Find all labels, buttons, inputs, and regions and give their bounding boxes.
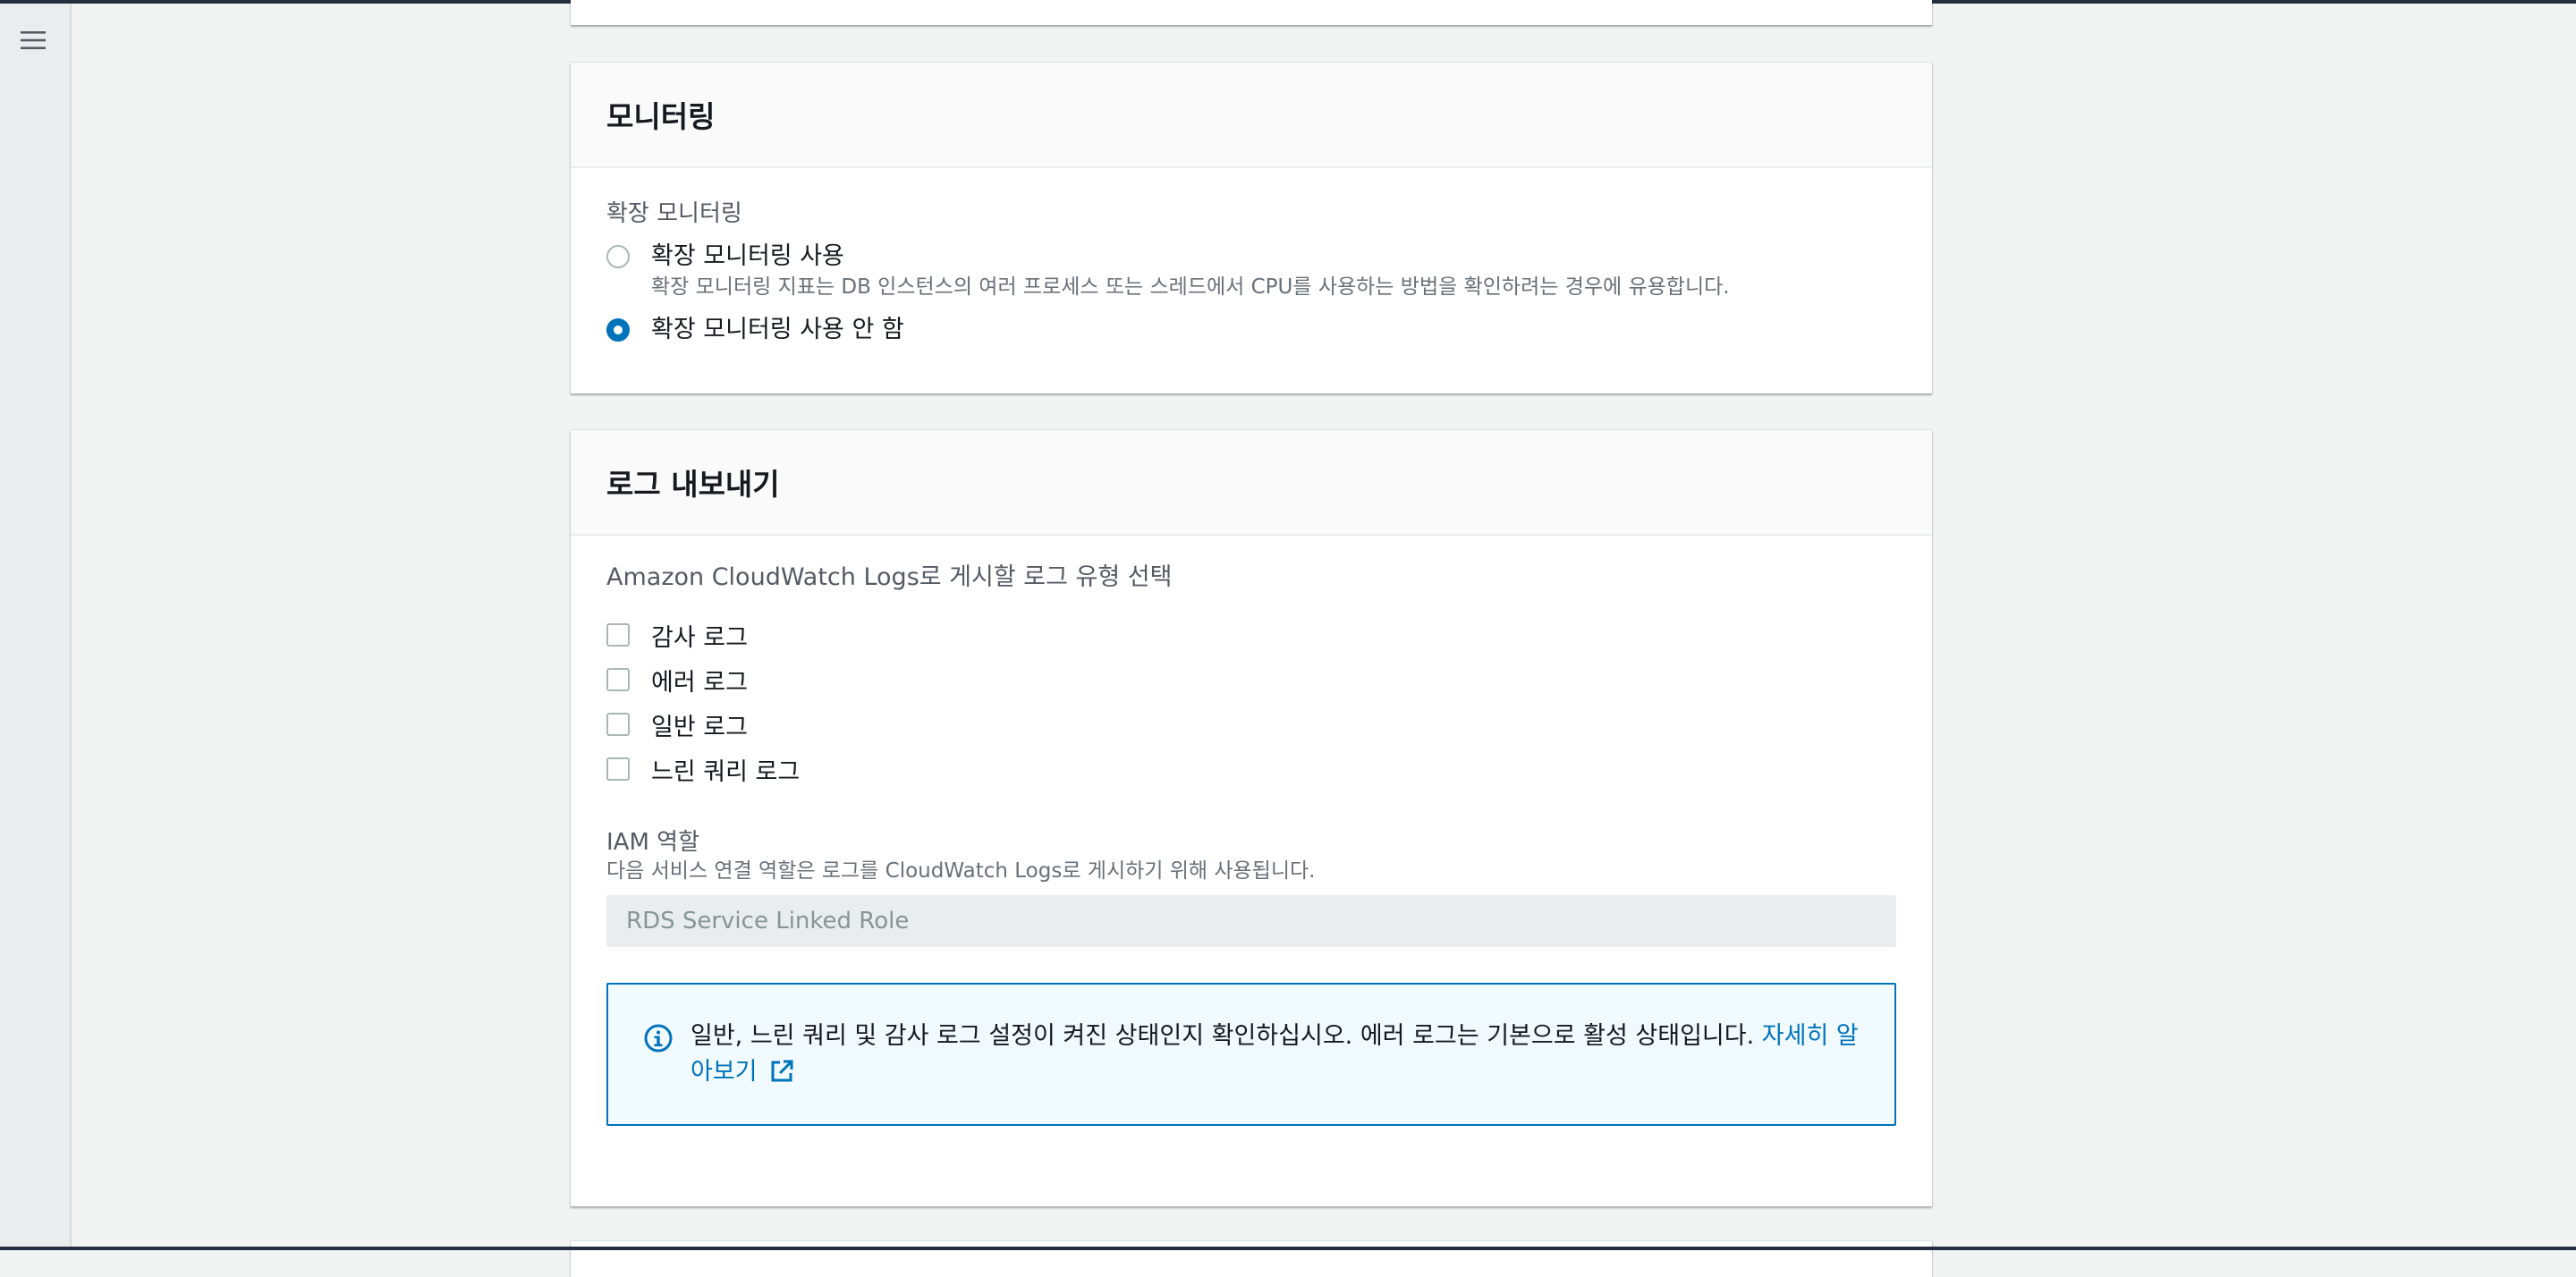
previous-section-container	[571, 0, 1932, 25]
checkbox-audit-log-label: 감사 로그	[651, 623, 748, 652]
log-type-error[interactable]: 에러 로그	[606, 657, 1896, 702]
checkbox-slow-query-log[interactable]	[606, 757, 630, 781]
external-link-icon	[771, 1060, 793, 1082]
iam-role-field: RDS Service Linked Role	[606, 895, 1896, 947]
checkbox-general-log[interactable]	[606, 713, 630, 736]
bottom-border	[0, 1247, 2576, 1250]
checkbox-error-log-label: 에러 로그	[651, 668, 748, 697]
info-alert: 일반, 느린 쿼리 및 감사 로그 설정이 켜진 상태인지 확인하십시오. 에러…	[606, 983, 1896, 1126]
log-export-title: 로그 내보내기	[606, 467, 780, 502]
info-alert-message: 일반, 느린 쿼리 및 감사 로그 설정이 켜진 상태인지 확인하십시오. 에러…	[691, 1022, 1762, 1050]
log-types-label: Amazon CloudWatch Logs로 게시할 로그 유형 선택	[606, 563, 1173, 591]
radio-enable-label: 확장 모니터링 사용	[651, 242, 844, 270]
hamburger-menu-icon[interactable]	[20, 27, 47, 54]
checkbox-error-log[interactable]	[606, 668, 630, 691]
iam-role-label: IAM 역할	[606, 829, 699, 856]
radio-enable-enhanced-monitoring[interactable]: 확장 모니터링 사용 확장 모니터링 지표는 DB 인스턴스의 여러 프로세스 …	[606, 241, 1896, 300]
monitoring-section: 모니터링 확장 모니터링 확장 모니터링 사용 확장 모니터링 지표는 DB 인…	[571, 63, 1932, 393]
iam-role-description: 다음 서비스 연결 역할은 로그를 CloudWatch Logs로 게시하기 …	[606, 859, 1316, 883]
checkbox-slow-query-log-label: 느린 쿼리 로그	[651, 757, 801, 786]
radio-enable-description: 확장 모니터링 지표는 DB 인스턴스의 여러 프로세스 또는 스레드에서 CP…	[651, 275, 1730, 299]
radio-disable-enhanced-monitoring[interactable]: 확장 모니터링 사용 안 함	[606, 315, 1896, 345]
info-circle-icon	[644, 1024, 673, 1053]
checkbox-general-log-label: 일반 로그	[651, 713, 748, 741]
side-navigation-collapsed	[0, 4, 72, 1247]
radio-button-disable[interactable]	[606, 318, 630, 342]
monitoring-header: 모니터링	[571, 63, 1932, 168]
log-type-general[interactable]: 일반 로그	[606, 702, 1896, 747]
info-alert-text: 일반, 느린 쿼리 및 감사 로그 설정이 켜진 상태인지 확인하십시오. 에러…	[691, 1019, 1871, 1090]
log-export-header: 로그 내보내기	[571, 430, 1932, 536]
radio-button-enable[interactable]	[606, 245, 630, 268]
log-type-audit[interactable]: 감사 로그	[606, 613, 1896, 657]
enhanced-monitoring-label: 확장 모니터링	[606, 200, 742, 227]
log-type-slow-query[interactable]: 느린 쿼리 로그	[606, 747, 1896, 791]
log-export-section: 로그 내보내기 Amazon CloudWatch Logs로 게시할 로그 유…	[571, 430, 1932, 1206]
radio-disable-label: 확장 모니터링 사용 안 함	[651, 316, 904, 343]
monitoring-title: 모니터링	[606, 99, 716, 134]
checkbox-audit-log[interactable]	[606, 623, 630, 647]
